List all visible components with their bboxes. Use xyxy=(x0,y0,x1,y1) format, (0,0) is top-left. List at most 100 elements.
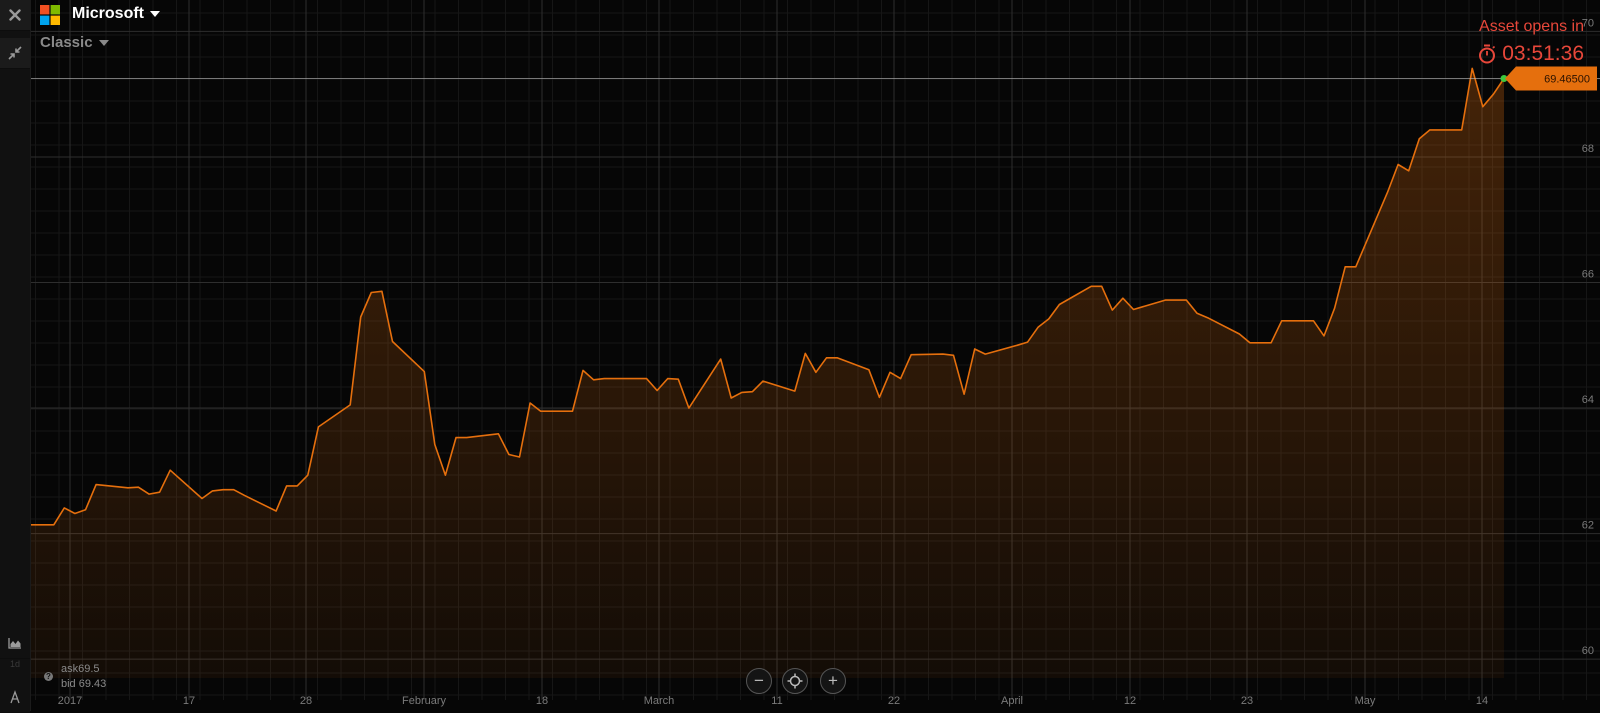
collapse-arrows-icon xyxy=(8,46,22,60)
data-point xyxy=(1174,299,1177,302)
current-price-tag: 69.46500 xyxy=(1505,66,1597,91)
close-icon xyxy=(9,9,21,21)
zoom-in-button[interactable]: + xyxy=(820,668,846,694)
data-point xyxy=(1397,163,1400,166)
data-point xyxy=(1185,299,1188,302)
data-point xyxy=(1354,265,1357,268)
data-point xyxy=(1238,333,1241,336)
collapse-button[interactable] xyxy=(0,38,30,69)
x-tick-label: 2017 xyxy=(58,695,82,707)
data-point xyxy=(126,486,129,489)
data-point xyxy=(201,497,204,500)
price-chart[interactable]: 606264666870 2017 17 28 February 18 March 11 22… xyxy=(0,0,1600,711)
x-tick-label: 23 xyxy=(1241,695,1253,707)
asset-opens-countdown: 03:51:36 xyxy=(1502,42,1584,65)
data-point xyxy=(158,491,161,494)
data-point xyxy=(423,370,426,373)
data-point xyxy=(1132,308,1135,311)
data-point xyxy=(1047,317,1050,320)
data-point xyxy=(687,407,690,410)
data-point xyxy=(73,512,76,515)
data-point xyxy=(1481,105,1484,108)
data-point xyxy=(359,316,362,319)
data-point xyxy=(1026,341,1029,344)
y-tick-label: 64 xyxy=(1582,394,1594,406)
data-point xyxy=(804,352,807,355)
data-point xyxy=(730,397,733,400)
data-point xyxy=(963,393,966,396)
zoom-out-button[interactable]: − xyxy=(746,668,772,694)
data-point xyxy=(1428,128,1431,131)
ask-quote: ask69.5 xyxy=(61,663,100,675)
center-chart-button[interactable] xyxy=(782,668,808,694)
data-point xyxy=(1312,319,1315,322)
data-point xyxy=(1164,299,1167,302)
data-point xyxy=(497,432,500,435)
drawing-tool-icon xyxy=(10,690,20,704)
data-point xyxy=(793,390,796,393)
stopwatch-icon xyxy=(1479,44,1496,64)
chart-type-selector[interactable]: Classic xyxy=(40,34,109,51)
data-point xyxy=(592,378,595,381)
data-point xyxy=(1386,191,1389,194)
data-point xyxy=(169,469,172,472)
data-point xyxy=(380,290,383,293)
period-label[interactable]: 1d xyxy=(0,659,30,669)
data-point xyxy=(603,377,606,380)
y-tick-label: 68 xyxy=(1582,143,1594,155)
data-point xyxy=(1196,312,1199,315)
x-tick-label: 28 xyxy=(300,695,312,707)
quotes-panel: ask69.5 bid 69.43 xyxy=(46,662,106,692)
data-point xyxy=(582,369,585,372)
data-point xyxy=(719,358,722,361)
data-point xyxy=(825,356,828,359)
x-tick-label: 18 xyxy=(536,695,548,707)
data-point xyxy=(1090,285,1093,288)
data-point xyxy=(889,371,892,374)
data-point xyxy=(666,377,669,380)
data-point xyxy=(1037,326,1040,329)
crosshair-icon xyxy=(787,673,803,689)
data-point xyxy=(444,474,447,477)
data-point xyxy=(1492,93,1495,96)
price-area-fill xyxy=(22,68,1504,678)
data-point xyxy=(349,403,352,406)
x-tick-label: February xyxy=(402,695,447,707)
data-point xyxy=(1333,307,1336,310)
data-point xyxy=(317,425,320,428)
chart-style-button[interactable] xyxy=(0,628,30,659)
data-point xyxy=(95,483,98,486)
asset-selector[interactable]: Microsoft xyxy=(72,5,160,23)
data-point xyxy=(1418,137,1421,140)
drawing-tool-button[interactable] xyxy=(0,682,30,713)
chart-type-label: Classic xyxy=(40,34,93,51)
asset-name: Microsoft xyxy=(72,5,144,22)
data-point xyxy=(1270,341,1273,344)
data-point xyxy=(867,368,870,371)
data-point xyxy=(465,436,468,439)
data-point xyxy=(211,489,214,492)
data-point xyxy=(1121,297,1124,300)
x-tick-label: May xyxy=(1355,695,1376,707)
data-point xyxy=(1323,334,1326,337)
data-point xyxy=(1111,309,1114,312)
chevron-down-icon xyxy=(150,11,160,17)
data-point xyxy=(1471,67,1474,70)
x-tick-label: 17 xyxy=(183,695,195,707)
data-point xyxy=(973,348,976,351)
y-tick-label: 66 xyxy=(1582,269,1594,281)
data-point xyxy=(148,493,151,496)
data-point xyxy=(677,378,680,381)
data-point xyxy=(613,377,616,380)
close-button[interactable] xyxy=(0,0,30,31)
data-point xyxy=(751,390,754,393)
data-point xyxy=(433,443,436,446)
left-toolbar: 1d xyxy=(0,0,31,713)
data-point xyxy=(222,488,225,491)
data-point xyxy=(84,508,87,511)
zoom-in-label: + xyxy=(828,671,838,690)
data-point xyxy=(656,389,659,392)
data-point xyxy=(1460,128,1463,131)
data-point xyxy=(455,436,458,439)
data-point xyxy=(137,486,140,489)
